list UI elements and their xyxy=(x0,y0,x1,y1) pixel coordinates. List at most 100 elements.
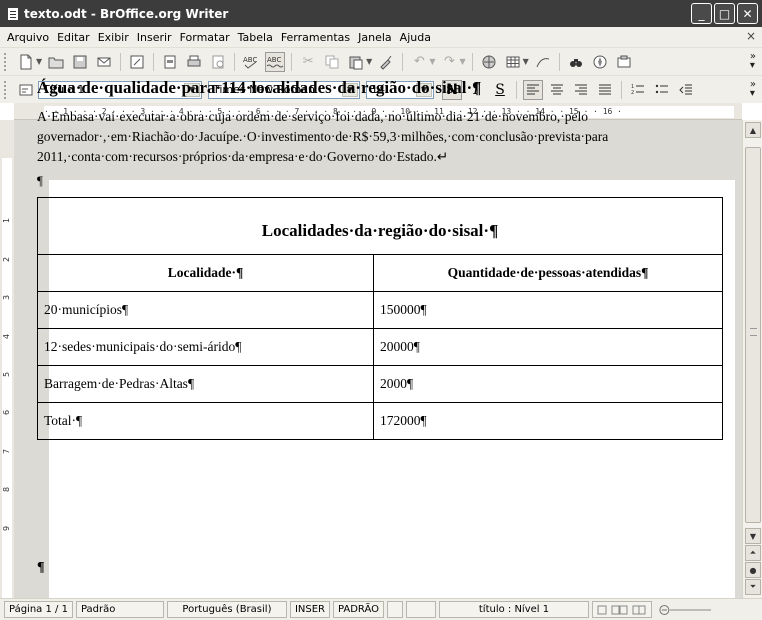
app-icon xyxy=(6,6,20,22)
page-preview-icon[interactable] xyxy=(208,52,228,72)
menu-tabela[interactable]: Tabela xyxy=(234,31,277,44)
table-cell[interactable]: 150000¶ xyxy=(373,291,723,329)
styles-formatting-icon[interactable] xyxy=(16,80,36,100)
close-button[interactable]: ✕ xyxy=(737,3,758,24)
empty-paragraph-mark[interactable]: ¶ xyxy=(37,173,43,189)
vertical-scrollbar[interactable]: ▲ ▼ ⏶ ● ⏷ xyxy=(742,120,762,598)
document-modified-indicator xyxy=(387,601,403,618)
find-replace-icon[interactable] xyxy=(566,52,586,72)
clone-formatting-icon[interactable] xyxy=(376,52,396,72)
table-header-cell[interactable]: Quantidade·de·pessoas·atendidas¶ xyxy=(373,254,723,292)
redo-icon[interactable]: ↷ xyxy=(439,52,459,72)
hyperlink-icon[interactable] xyxy=(479,52,499,72)
svg-text:4: 4 xyxy=(2,334,11,339)
page-style[interactable]: Padrão xyxy=(75,601,164,618)
menu-janela[interactable]: Janela xyxy=(354,31,396,44)
table-cell[interactable]: 2000¶ xyxy=(373,365,723,403)
minimize-button[interactable]: _ xyxy=(691,3,712,24)
insert-mode[interactable]: INSER xyxy=(289,601,330,618)
toolbar-overflow-icon[interactable]: » ▾ xyxy=(750,80,756,99)
toolbar-grip[interactable] xyxy=(4,52,8,71)
autospellcheck-icon[interactable]: ABC xyxy=(265,51,286,72)
selection-mode[interactable]: PADRÃO xyxy=(332,601,384,618)
toolbar-separator xyxy=(234,52,236,71)
next-page-icon[interactable]: ⏷ xyxy=(745,579,761,595)
save-icon[interactable] xyxy=(70,52,90,72)
menu-formatar[interactable]: Formatar xyxy=(176,31,234,44)
svg-text:2: 2 xyxy=(631,90,634,96)
document-table[interactable]: Localidades·da·região·do·sisal·¶ Localid… xyxy=(37,197,723,440)
print-icon[interactable] xyxy=(184,52,204,72)
cut-icon[interactable]: ✂ xyxy=(298,52,318,72)
view-layout-icon[interactable] xyxy=(592,601,652,618)
new-document-icon[interactable] xyxy=(16,52,36,72)
menu-ajuda[interactable]: Ajuda xyxy=(396,31,435,44)
undo-icon[interactable]: ↶ xyxy=(409,52,429,72)
navigator-icon[interactable] xyxy=(590,52,610,72)
export-pdf-icon[interactable] xyxy=(160,52,180,72)
toolbar-grip[interactable] xyxy=(4,80,8,99)
bullets-icon[interactable] xyxy=(652,80,672,100)
email-icon[interactable] xyxy=(94,52,114,72)
paragraph-line: governador·,·em·Riachão·do·Jacuípe.·O·in… xyxy=(37,129,609,144)
end-paragraph-mark[interactable]: ¶ xyxy=(37,560,45,576)
document-paragraph[interactable]: A·Embasa·vai·executar·a·obra·cuja·ordem·… xyxy=(37,107,727,167)
table-cell[interactable]: 20·municípios¶ xyxy=(37,291,374,329)
justify-icon[interactable] xyxy=(595,80,615,100)
scroll-down-icon[interactable]: ▼ xyxy=(745,528,761,544)
align-center-icon[interactable] xyxy=(547,80,567,100)
table-cell[interactable]: 172000¶ xyxy=(373,402,723,440)
table-cell[interactable]: 20000¶ xyxy=(373,328,723,366)
menu-ferramentas[interactable]: Ferramentas xyxy=(277,31,354,44)
open-icon[interactable] xyxy=(46,52,66,72)
toolbar-overflow-icon[interactable]: » ▾ xyxy=(750,52,756,71)
align-right-icon[interactable] xyxy=(571,80,591,100)
underline-button[interactable]: S xyxy=(490,80,510,100)
paste-icon[interactable] xyxy=(346,52,366,72)
title-bar: texto.odt - BrOffice.org Writer _ □ ✕ xyxy=(0,0,762,27)
document-heading[interactable]: Água·de·qualidade·para·114·localidades·d… xyxy=(37,78,481,98)
decrease-indent-icon[interactable] xyxy=(676,80,696,100)
undo-dropdown-icon[interactable]: ▼ xyxy=(429,57,435,66)
menu-arquivo[interactable]: Arquivo xyxy=(3,31,53,44)
paragraph-line: 2011,·conta·com·recursos·próprios·da·emp… xyxy=(37,149,449,164)
scrollbar-thumb[interactable] xyxy=(745,147,761,523)
toolbar-separator xyxy=(516,80,517,99)
toolbar-separator xyxy=(558,52,560,71)
copy-icon[interactable] xyxy=(322,52,342,72)
spellcheck-icon[interactable]: ABC xyxy=(241,52,261,72)
maximize-button[interactable]: □ xyxy=(714,3,735,24)
table-caption-cell[interactable]: Localidades·da·região·do·sisal·¶ xyxy=(37,197,723,255)
table-icon[interactable] xyxy=(503,52,523,72)
svg-text:7: 7 xyxy=(2,449,11,454)
previous-page-icon[interactable]: ⏶ xyxy=(745,545,761,561)
close-document-icon[interactable]: × xyxy=(746,29,756,43)
table-header-cell[interactable]: Localidade·¶ xyxy=(37,254,374,292)
menu-exibir[interactable]: Exibir xyxy=(94,31,133,44)
edit-file-icon[interactable] xyxy=(127,52,147,72)
redo-dropdown-icon[interactable]: ▼ xyxy=(459,57,465,66)
paragraph-line: A·Embasa·vai·executar·a·obra·cuja·ordem·… xyxy=(37,109,588,124)
navigation-icon[interactable]: ● xyxy=(745,562,761,578)
numbering-icon[interactable]: 12 xyxy=(628,80,648,100)
standard-toolbar: ▼ ABC ABC ✂ ▼ ↶ ▼ ↷ ▼ ▼ » ▾ xyxy=(0,47,762,75)
scroll-up-icon[interactable]: ▲ xyxy=(745,122,761,138)
align-left-icon[interactable] xyxy=(523,79,543,100)
menu-inserir[interactable]: Inserir xyxy=(133,31,176,44)
vertical-ruler[interactable]: 1 2 3 4 5 6 7 8 9 xyxy=(0,158,14,598)
new-dropdown-icon[interactable]: ▼ xyxy=(36,57,42,66)
toolbar-separator xyxy=(471,52,473,71)
zoom-slider[interactable] xyxy=(655,601,715,618)
table-cell[interactable]: Total·¶ xyxy=(37,402,374,440)
paste-dropdown-icon[interactable]: ▼ xyxy=(366,57,372,66)
menu-editar[interactable]: Editar xyxy=(53,31,94,44)
digital-signature-indicator[interactable] xyxy=(406,601,436,618)
table-cell[interactable]: Barragem·de·Pedras·Altas¶ xyxy=(37,365,374,403)
page-indicator[interactable]: Página 1 / 1 xyxy=(4,601,73,618)
toolbar-separator xyxy=(621,80,622,99)
show-draw-functions-icon[interactable] xyxy=(533,52,553,72)
gallery-icon[interactable] xyxy=(614,52,634,72)
language[interactable]: Português (Brasil) xyxy=(166,601,287,618)
table-cell[interactable]: 12·sedes·municipais·do·semi-árido¶ xyxy=(37,328,374,366)
table-dropdown-icon[interactable]: ▼ xyxy=(523,57,529,66)
